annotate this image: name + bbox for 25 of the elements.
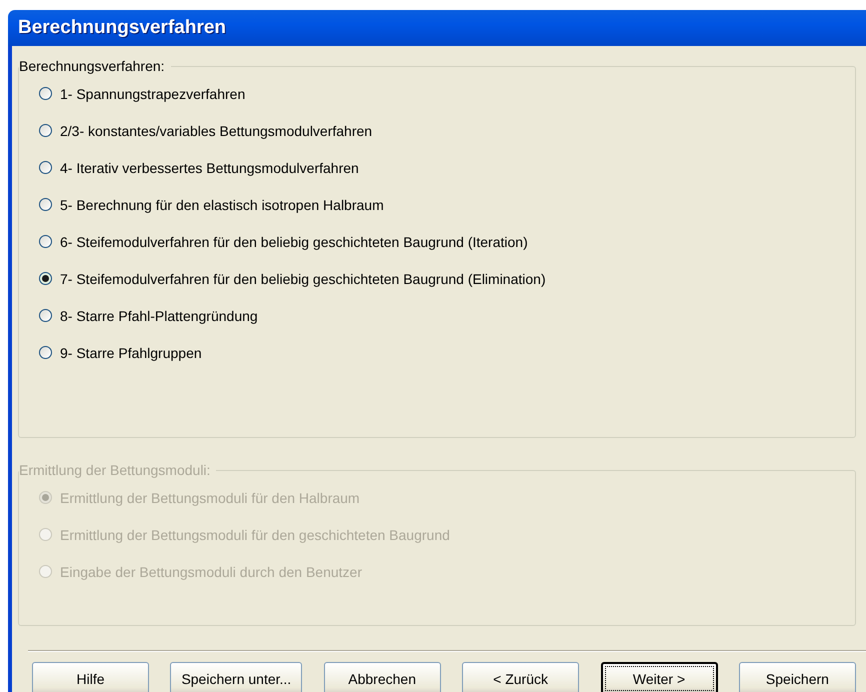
radio-circle[interactable] — [39, 309, 52, 322]
radio-option[interactable]: 6- Steifemodulverfahren für den beliebig geschichteten Baugrund (Iteration) — [39, 230, 528, 253]
radio-circle[interactable] — [39, 161, 52, 174]
radio-option[interactable]: 5- Berechnung für den elastisch isotropen Halbraum — [39, 193, 384, 216]
radio-circle[interactable] — [39, 87, 52, 100]
radio-option[interactable]: 4- Iterativ verbessertes Bettungsmodulverfahren — [39, 156, 359, 179]
group-label: Ermittlung der Bettungsmoduli: — [19, 462, 212, 478]
dialog-button[interactable]: Speichern — [738, 662, 856, 692]
radio-option[interactable]: 8- Starre Pfahl-Plattengründung — [39, 304, 258, 327]
radio-circle[interactable] — [39, 272, 52, 285]
radio-circle[interactable] — [39, 346, 52, 359]
radio-option[interactable]: 1- Spannungstrapezverfahren — [39, 82, 246, 105]
dialog-button[interactable]: Hilfe — [32, 662, 149, 692]
group-label: Berechnungsverfahren: — [19, 58, 166, 74]
radio-option[interactable]: 9- Starre Pfahlgruppen — [39, 341, 202, 364]
radio-circle[interactable] — [39, 198, 52, 211]
dialog-button[interactable]: Abbrechen — [324, 662, 441, 692]
radio-circle[interactable] — [39, 235, 52, 248]
radio-circle[interactable] — [39, 124, 52, 137]
window-title: Berechnungsverfahren — [18, 17, 226, 39]
dialog-button[interactable]: < Zurück — [462, 662, 580, 692]
dialog-button[interactable]: Speichern unter... — [170, 662, 302, 692]
dialog-button[interactable]: Weiter > — [600, 662, 718, 692]
radio-option[interactable]: 2/3- konstantes/variables Bettungsmodulverfahren — [39, 119, 372, 142]
radio-option[interactable]: 7- Steifemodulverfahren für den beliebig geschichteten Baugrund (Elimination) — [39, 267, 546, 290]
